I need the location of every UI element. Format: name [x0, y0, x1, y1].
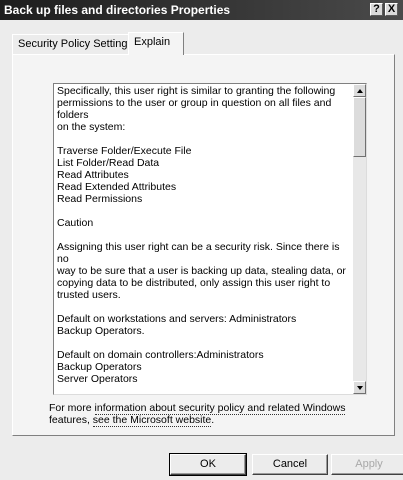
- window-title: Back up files and directories Properties: [4, 3, 231, 17]
- explain-line: copying data to be distributed, only ass…: [57, 277, 331, 289]
- properties-dialog: Back up files and directories Properties…: [0, 0, 403, 480]
- tab-explain[interactable]: Explain: [128, 32, 184, 55]
- explain-line: permissions to the user or group in ques…: [57, 97, 332, 121]
- explain-line: Default on domain controllers:Administra…: [57, 349, 264, 361]
- explain-line: Backup Operators: [57, 361, 142, 373]
- explain-line: [57, 205, 353, 217]
- explain-line: Traverse Folder/Execute File: [57, 145, 192, 157]
- help-button[interactable]: ?: [370, 3, 383, 16]
- explain-line: Read Extended Attributes: [57, 181, 177, 193]
- more-info-text: For more information about security poli…: [49, 402, 369, 427]
- explain-line: [57, 337, 353, 349]
- cancel-button[interactable]: Cancel: [252, 454, 328, 475]
- explain-line: Specifically, this user right is similar…: [57, 85, 336, 97]
- explain-text: Specifically, this user right is similar…: [57, 85, 353, 385]
- explain-line: [57, 301, 353, 313]
- apply-button[interactable]: Apply: [331, 454, 403, 475]
- more-info-suffix: .: [211, 414, 215, 426]
- explain-line: Caution: [57, 217, 94, 229]
- vertical-scrollbar[interactable]: [353, 84, 366, 394]
- microsoft-website-link[interactable]: see the Microsoft website: [92, 414, 212, 427]
- explain-line: Assigning this user right can be a secur…: [57, 241, 340, 265]
- tab-security-policy-setting[interactable]: Security Policy Setting: [12, 34, 129, 54]
- explain-textbox[interactable]: Specifically, this user right is similar…: [53, 83, 367, 395]
- ok-button[interactable]: OK: [169, 453, 247, 476]
- scroll-thumb[interactable]: [353, 97, 366, 157]
- explain-line: Server Operators: [57, 373, 138, 385]
- explain-line: [57, 133, 353, 145]
- explain-line: [57, 229, 353, 241]
- explain-line: trusted users.: [57, 289, 121, 301]
- explain-panel: Specifically, this user right is similar…: [12, 54, 395, 436]
- more-info-prefix: For more: [49, 402, 95, 414]
- explain-line: Read Attributes: [57, 169, 129, 181]
- explain-line: way to be sure that a user is backing up…: [57, 265, 346, 277]
- close-button[interactable]: X: [385, 3, 398, 16]
- explain-line: Backup Operators.: [57, 325, 145, 337]
- explain-line: List Folder/Read Data: [57, 157, 160, 169]
- scroll-down-button[interactable]: [353, 381, 366, 394]
- arrow-up-icon: [357, 89, 363, 93]
- explain-line: Read Permissions: [57, 193, 143, 205]
- scroll-up-button[interactable]: [353, 84, 366, 97]
- more-info-line2-prefix: features,: [49, 414, 93, 426]
- explain-line: on the system:: [57, 121, 126, 133]
- title-bar[interactable]: Back up files and directories Properties…: [0, 0, 403, 20]
- arrow-down-icon: [357, 386, 363, 390]
- explain-line: Default on workstations and servers: Adm…: [57, 313, 297, 325]
